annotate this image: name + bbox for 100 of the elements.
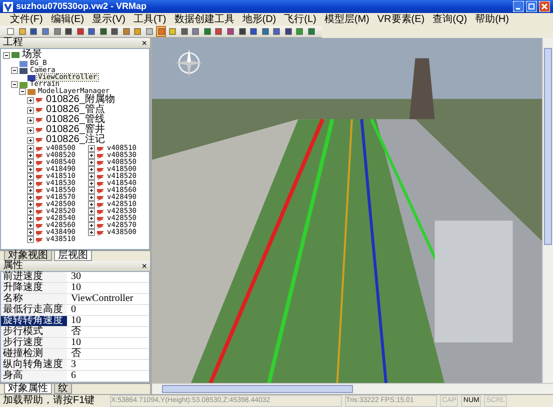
expander-icon[interactable] <box>88 187 95 194</box>
toolbar-button[interactable] <box>122 26 132 37</box>
expander-icon[interactable] <box>88 222 95 229</box>
expander-icon[interactable] <box>27 194 34 201</box>
menu-item[interactable]: 查询(Q) <box>428 14 472 26</box>
expander-icon[interactable] <box>11 67 18 74</box>
property-name[interactable]: 身高 <box>1 371 67 381</box>
tree-item[interactable]: 场景 <box>21 50 43 60</box>
expander-icon[interactable] <box>88 201 95 208</box>
toolbar-button[interactable] <box>248 26 258 37</box>
view-tab[interactable]: 对象视图 <box>4 251 52 261</box>
toolbar-button[interactable] <box>237 26 247 37</box>
property-value[interactable]: ViewController <box>67 294 134 304</box>
menu-item[interactable]: 飞行(L) <box>280 14 320 26</box>
property-value[interactable]: 10 <box>67 283 81 293</box>
toolbar-button[interactable] <box>110 26 120 37</box>
expander-icon[interactable] <box>3 52 10 58</box>
property-value[interactable]: 否 <box>67 349 81 359</box>
minimize-icon[interactable] <box>513 1 524 12</box>
expander-icon[interactable] <box>27 187 34 194</box>
view-tab[interactable]: 层视图 <box>54 251 92 261</box>
expander-icon[interactable] <box>88 229 95 236</box>
expander-icon[interactable] <box>27 201 34 208</box>
toolbar-button[interactable] <box>260 26 270 37</box>
expander-icon[interactable] <box>27 236 34 243</box>
expander-icon[interactable] <box>27 96 34 104</box>
expander-icon[interactable] <box>27 180 34 187</box>
expander-icon[interactable] <box>27 116 34 124</box>
toolbar-button[interactable] <box>75 26 85 37</box>
menu-item[interactable]: 数据创建工具 <box>170 14 238 26</box>
tree-item[interactable]: 010826_注记 <box>45 135 106 145</box>
expander-icon[interactable] <box>88 215 95 222</box>
property-name[interactable]: 最低行走高度 <box>1 305 67 315</box>
expander-icon[interactable] <box>27 126 34 134</box>
close-icon[interactable] <box>539 1 550 12</box>
expander-icon[interactable] <box>88 173 95 180</box>
toolbar-button[interactable] <box>191 26 201 37</box>
expander-icon[interactable] <box>27 208 34 215</box>
expander-icon[interactable] <box>88 166 95 173</box>
toolbar-button[interactable] <box>86 26 96 37</box>
restore-icon[interactable] <box>526 1 537 12</box>
tree-item[interactable]: 010826_附属物 <box>45 95 116 105</box>
expander-icon[interactable] <box>27 152 34 159</box>
property-value[interactable]: 否 <box>67 327 81 337</box>
property-name[interactable]: 名称 <box>1 294 67 304</box>
expander-icon[interactable] <box>27 145 34 152</box>
menu-item[interactable]: 地形(D) <box>238 14 280 26</box>
toolbar-button[interactable] <box>29 26 39 37</box>
property-name[interactable]: 前进速度 <box>1 272 67 282</box>
expander-icon[interactable] <box>11 81 18 88</box>
property-name[interactable]: 升降速度 <box>1 283 67 293</box>
expander-icon[interactable] <box>27 215 34 222</box>
expander-icon[interactable] <box>88 152 95 159</box>
expander-icon[interactable] <box>27 166 34 173</box>
expander-icon[interactable] <box>88 159 95 166</box>
property-tab[interactable]: 纹 <box>54 384 72 394</box>
expander-icon[interactable] <box>27 222 34 229</box>
toolbar-button[interactable] <box>64 26 74 37</box>
expander-icon[interactable] <box>27 229 34 236</box>
toolbar-button[interactable] <box>98 26 108 37</box>
expander-icon[interactable] <box>19 88 26 95</box>
expander-icon[interactable] <box>88 194 95 201</box>
property-name[interactable]: 步行速度 <box>1 338 67 348</box>
expander-icon[interactable] <box>88 145 95 152</box>
menu-item[interactable]: 模型层(M) <box>320 14 374 26</box>
property-value[interactable]: 10 <box>67 338 81 348</box>
property-name[interactable]: 步行模式 <box>1 327 67 337</box>
close-button[interactable]: × <box>142 38 147 48</box>
menu-item[interactable]: 编辑(E) <box>46 14 88 26</box>
toolbar-button[interactable] <box>202 26 212 37</box>
menu-item[interactable]: 帮助(H) <box>471 14 513 26</box>
menu-item[interactable]: VR要素(E) <box>373 14 429 26</box>
property-name[interactable]: 纵向转角速度 <box>1 360 67 370</box>
expander-icon[interactable] <box>27 106 34 114</box>
property-value[interactable]: 0 <box>67 305 76 315</box>
toolbar-button[interactable] <box>179 26 189 37</box>
menu-item[interactable]: 显示(V) <box>88 14 130 26</box>
expander-icon[interactable] <box>88 208 95 215</box>
property-name[interactable]: 碰撞检测 <box>1 349 67 359</box>
property-name[interactable]: 旋转转角速度 <box>1 316 67 326</box>
toolbar-button[interactable] <box>295 26 305 37</box>
tree-item[interactable]: 010826_窨井 <box>45 125 106 135</box>
toolbar-button[interactable] <box>306 26 316 37</box>
expander-icon[interactable] <box>27 173 34 180</box>
toolbar-button[interactable] <box>52 26 62 37</box>
property-tab[interactable]: 对象属性 <box>4 384 52 394</box>
property-value[interactable]: 30 <box>67 272 81 282</box>
tree-item[interactable]: 010826_管点 <box>45 105 106 115</box>
toolbar-button[interactable] <box>284 26 294 37</box>
property-value[interactable]: 6 <box>67 371 76 381</box>
tree-item[interactable]: 010826_管线 <box>45 115 106 125</box>
menu-item[interactable]: 工具(T) <box>129 14 170 26</box>
toolbar-button[interactable] <box>214 26 224 37</box>
toolbar-button[interactable] <box>272 26 282 37</box>
expander-icon[interactable] <box>27 159 34 166</box>
expander-icon[interactable] <box>88 180 95 187</box>
toolbar-button[interactable] <box>40 26 50 37</box>
vertical-scrollbar[interactable] <box>542 38 553 383</box>
toolbar-button[interactable] <box>133 26 143 37</box>
property-value[interactable]: 3 <box>67 360 76 370</box>
